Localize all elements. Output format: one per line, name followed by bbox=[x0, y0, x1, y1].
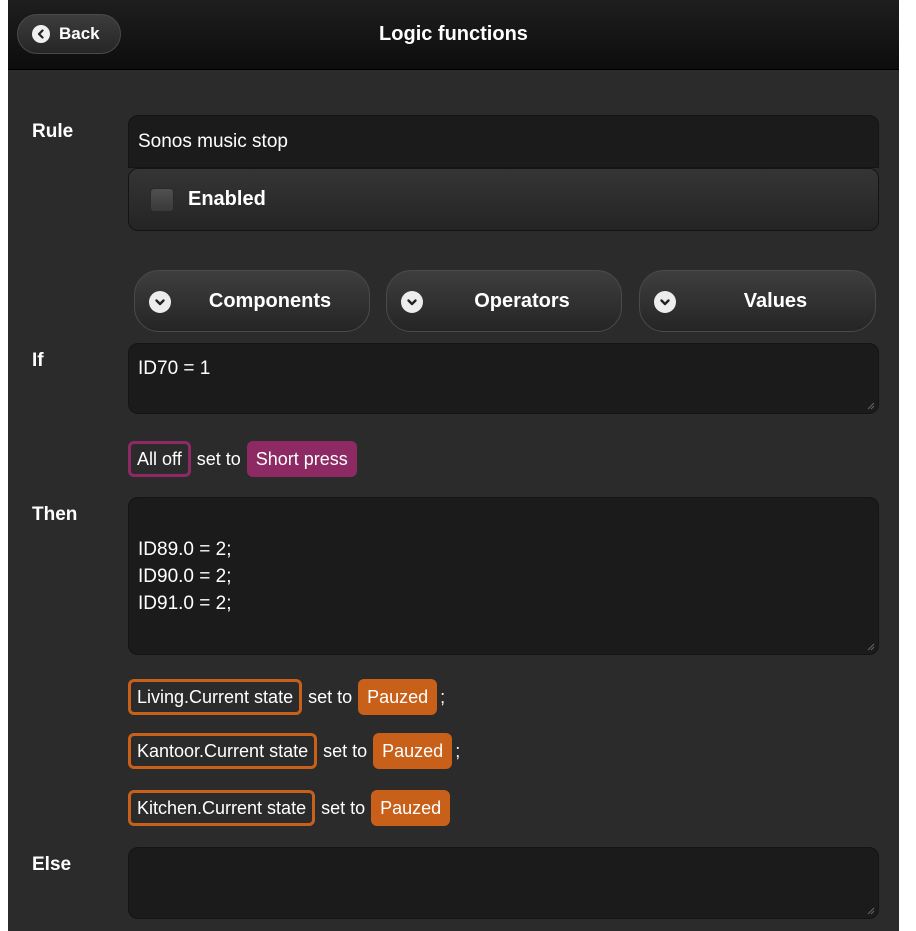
resize-handle-icon[interactable] bbox=[865, 400, 875, 410]
chevron-down-icon bbox=[149, 291, 171, 313]
if-set-to-text: set to bbox=[196, 448, 241, 469]
then-suffix-text: ; bbox=[440, 686, 446, 707]
back-button[interactable]: Back bbox=[17, 14, 121, 54]
else-label: Else bbox=[32, 854, 72, 875]
resize-handle-icon[interactable] bbox=[865, 905, 875, 915]
then-description-row: Kantoor.Current state set to Pauzed ; bbox=[128, 733, 460, 769]
values-dropdown-button[interactable]: Values bbox=[639, 270, 876, 332]
rule-name-input[interactable]: Sonos music stop bbox=[128, 115, 879, 168]
then-description-row: Kitchen.Current state set to Pauzed bbox=[128, 790, 453, 826]
rule-label: Rule bbox=[32, 121, 74, 142]
app-window: Logic functions Back Rule Sonos music st… bbox=[8, 0, 899, 931]
if-expression-value: ID70 = 1 bbox=[138, 358, 211, 379]
chevron-left-icon bbox=[32, 25, 50, 43]
components-label: Components bbox=[208, 289, 332, 312]
then-suffix-text: ; bbox=[455, 740, 461, 761]
then-set-to-text: set to bbox=[323, 740, 368, 761]
resize-handle-icon[interactable] bbox=[865, 641, 875, 651]
header-bar: Logic functions Back bbox=[8, 0, 899, 70]
if-value-chip: Short press bbox=[246, 441, 357, 477]
enabled-label: Enabled bbox=[188, 188, 266, 210]
rule-name-value: Sonos music stop bbox=[138, 130, 288, 152]
if-label: If bbox=[32, 350, 44, 371]
if-expression-textarea[interactable]: ID70 = 1 bbox=[128, 343, 879, 414]
page-title: Logic functions bbox=[379, 23, 528, 45]
then-component-chip: Kitchen.Current state bbox=[128, 790, 316, 826]
then-description-row: Living.Current state set to Pauzed ; bbox=[128, 679, 445, 715]
then-component-chip: Kantoor.Current state bbox=[128, 733, 318, 769]
components-dropdown-button[interactable]: Components bbox=[134, 270, 370, 332]
then-value-chip: Pauzed bbox=[373, 733, 453, 769]
then-value-chip: Pauzed bbox=[358, 679, 438, 715]
then-expression-textarea[interactable]: ID89.0 = 2; ID90.0 = 2; ID91.0 = 2; bbox=[128, 497, 879, 655]
operators-label: Operators bbox=[474, 289, 570, 312]
enabled-checkbox[interactable] bbox=[150, 187, 174, 212]
if-description: All off set to Short press bbox=[128, 441, 357, 477]
enabled-toggle[interactable]: Enabled bbox=[128, 168, 879, 231]
then-value-chip: Pauzed bbox=[371, 790, 451, 826]
operators-dropdown-button[interactable]: Operators bbox=[386, 270, 622, 332]
chevron-down-icon bbox=[401, 291, 423, 313]
chevron-down-icon bbox=[654, 291, 676, 313]
then-set-to-text: set to bbox=[321, 797, 366, 818]
then-expression-value: ID89.0 = 2; ID90.0 = 2; ID91.0 = 2; bbox=[138, 539, 232, 614]
values-label: Values bbox=[743, 289, 808, 312]
then-set-to-text: set to bbox=[308, 686, 353, 707]
if-component-chip: All off bbox=[128, 441, 191, 477]
else-expression-textarea[interactable] bbox=[128, 847, 879, 919]
then-label: Then bbox=[32, 504, 78, 525]
back-label: Back bbox=[59, 24, 100, 43]
then-component-chip: Living.Current state bbox=[128, 679, 303, 715]
